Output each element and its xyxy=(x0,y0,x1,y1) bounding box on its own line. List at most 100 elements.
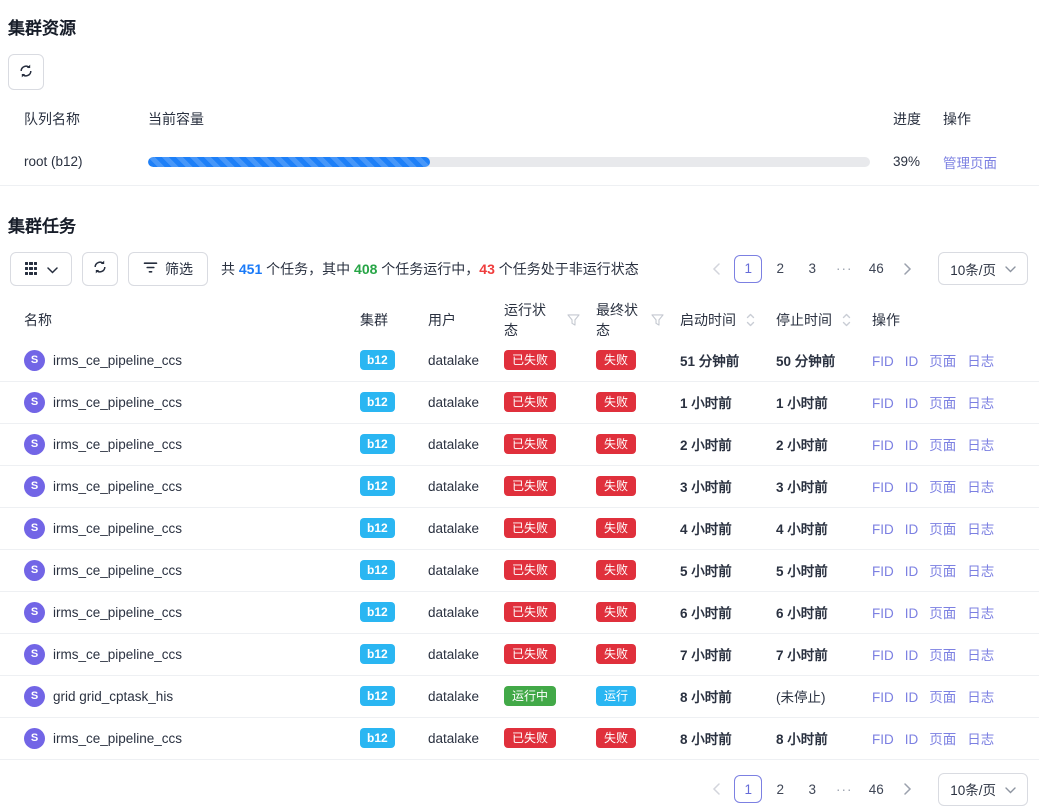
action-link-page[interactable]: 页面 xyxy=(929,354,956,369)
cluster-badge: b12 xyxy=(360,476,395,496)
avatar: S xyxy=(24,560,45,581)
table-row: Sirms_ce_pipeline_ccsb12datalake已失败失败7 小… xyxy=(0,633,1039,675)
start-time: 51 分钟前 xyxy=(680,354,739,369)
resources-refresh-button[interactable] xyxy=(8,54,44,90)
action-link-log[interactable]: 日志 xyxy=(967,522,994,537)
pager-page-1[interactable]: 1 xyxy=(734,255,762,283)
avatar: S xyxy=(24,476,45,497)
action-link-log[interactable]: 日志 xyxy=(967,732,994,747)
action-link-page[interactable]: 页面 xyxy=(929,732,956,747)
bottom-pagination: 1 2 3 ··· 46 10条/页 xyxy=(0,773,1039,806)
action-link-fid[interactable]: FID xyxy=(872,438,894,453)
pager-next-icon[interactable] xyxy=(894,775,922,803)
filter-funnel-icon[interactable] xyxy=(567,314,580,326)
start-time: 5 小时前 xyxy=(680,564,732,579)
action-link-log[interactable]: 日志 xyxy=(967,438,994,453)
run-status-badge: 已失败 xyxy=(504,434,556,454)
filter-funnel-icon[interactable] xyxy=(651,314,664,326)
page-size-value: 10条/页 xyxy=(950,779,996,799)
cluster-badge: b12 xyxy=(360,686,395,706)
avatar: S xyxy=(24,686,45,707)
action-link-id[interactable]: ID xyxy=(905,648,919,663)
pager-prev-icon[interactable] xyxy=(702,255,730,283)
pager-page-46[interactable]: 46 xyxy=(862,255,890,283)
stop-time: 5 小时前 xyxy=(776,564,828,579)
run-status-badge: 已失败 xyxy=(504,518,556,538)
action-link-fid[interactable]: FID xyxy=(872,564,894,579)
action-link-page[interactable]: 页面 xyxy=(929,648,956,663)
action-link-fid[interactable]: FID xyxy=(872,648,894,663)
action-link-page[interactable]: 页面 xyxy=(929,396,956,411)
run-status-badge: 已失败 xyxy=(504,392,556,412)
start-time: 4 小时前 xyxy=(680,522,732,537)
action-link-id[interactable]: ID xyxy=(905,606,919,621)
action-link-log[interactable]: 日志 xyxy=(967,606,994,621)
cluster-badge: b12 xyxy=(360,560,395,580)
action-link-fid[interactable]: FID xyxy=(872,354,894,369)
pager-page-3[interactable]: 3 xyxy=(798,255,826,283)
action-link-log[interactable]: 日志 xyxy=(967,690,994,705)
tasks-refresh-button[interactable] xyxy=(82,252,118,286)
cluster-badge: b12 xyxy=(360,392,395,412)
pager-page-3[interactable]: 3 xyxy=(798,775,826,803)
action-link-page[interactable]: 页面 xyxy=(929,480,956,495)
view-options-button[interactable] xyxy=(10,252,72,286)
final-status-badge: 失败 xyxy=(596,728,636,748)
manage-page-link[interactable]: 管理页面 xyxy=(943,156,997,171)
pager-next-icon[interactable] xyxy=(894,255,922,283)
pager-prev-icon[interactable] xyxy=(702,775,730,803)
action-link-page[interactable]: 页面 xyxy=(929,606,956,621)
stop-time: 8 小时前 xyxy=(776,732,828,747)
action-link-log[interactable]: 日志 xyxy=(967,354,994,369)
action-link-id[interactable]: ID xyxy=(905,522,919,537)
action-link-log[interactable]: 日志 xyxy=(967,564,994,579)
pager-page-46[interactable]: 46 xyxy=(862,775,890,803)
run-status-badge: 已失败 xyxy=(504,644,556,664)
avatar: S xyxy=(24,350,45,371)
stop-time: 3 小时前 xyxy=(776,480,828,495)
grid-icon xyxy=(25,262,38,275)
sort-icon[interactable] xyxy=(746,313,755,327)
pager-page-1[interactable]: 1 xyxy=(734,775,762,803)
column-header-user: 用户 xyxy=(420,300,496,340)
action-link-page[interactable]: 页面 xyxy=(929,438,956,453)
pager-page-2[interactable]: 2 xyxy=(766,775,794,803)
page-size-select[interactable]: 10条/页 xyxy=(938,773,1028,806)
action-link-id[interactable]: ID xyxy=(905,564,919,579)
action-link-fid[interactable]: FID xyxy=(872,480,894,495)
action-link-id[interactable]: ID xyxy=(905,690,919,705)
action-link-page[interactable]: 页面 xyxy=(929,690,956,705)
pager-page-2[interactable]: 2 xyxy=(766,255,794,283)
action-link-fid[interactable]: FID xyxy=(872,690,894,705)
sort-icon[interactable] xyxy=(842,313,851,327)
task-name: irms_ce_pipeline_ccs xyxy=(53,395,182,410)
user-name: datalake xyxy=(428,353,479,368)
action-link-log[interactable]: 日志 xyxy=(967,648,994,663)
action-link-fid[interactable]: FID xyxy=(872,396,894,411)
action-link-fid[interactable]: FID xyxy=(872,522,894,537)
action-link-log[interactable]: 日志 xyxy=(967,480,994,495)
action-link-page[interactable]: 页面 xyxy=(929,522,956,537)
avatar: S xyxy=(24,518,45,539)
action-link-page[interactable]: 页面 xyxy=(929,564,956,579)
action-link-id[interactable]: ID xyxy=(905,438,919,453)
filter-button[interactable]: 筛选 xyxy=(128,252,208,286)
page-size-select[interactable]: 10条/页 xyxy=(938,252,1028,285)
task-name: irms_ce_pipeline_ccs xyxy=(53,437,182,452)
action-link-id[interactable]: ID xyxy=(905,396,919,411)
chevron-down-icon xyxy=(1005,782,1016,797)
action-link-fid[interactable]: FID xyxy=(872,732,894,747)
pager-ellipsis[interactable]: ··· xyxy=(830,255,858,283)
table-row: Sirms_ce_pipeline_ccsb12datalake已失败失败1 小… xyxy=(0,381,1039,423)
final-status-badge: 失败 xyxy=(596,350,636,370)
pager-ellipsis[interactable]: ··· xyxy=(830,775,858,803)
task-name: irms_ce_pipeline_ccs xyxy=(53,605,182,620)
table-row: Sirms_ce_pipeline_ccsb12datalake已失败失败3 小… xyxy=(0,465,1039,507)
action-link-id[interactable]: ID xyxy=(905,354,919,369)
action-link-id[interactable]: ID xyxy=(905,480,919,495)
action-link-fid[interactable]: FID xyxy=(872,606,894,621)
column-header-cluster: 集群 xyxy=(352,300,420,340)
action-link-log[interactable]: 日志 xyxy=(967,396,994,411)
column-header-stop-time: 停止时间 xyxy=(776,310,832,330)
action-link-id[interactable]: ID xyxy=(905,732,919,747)
